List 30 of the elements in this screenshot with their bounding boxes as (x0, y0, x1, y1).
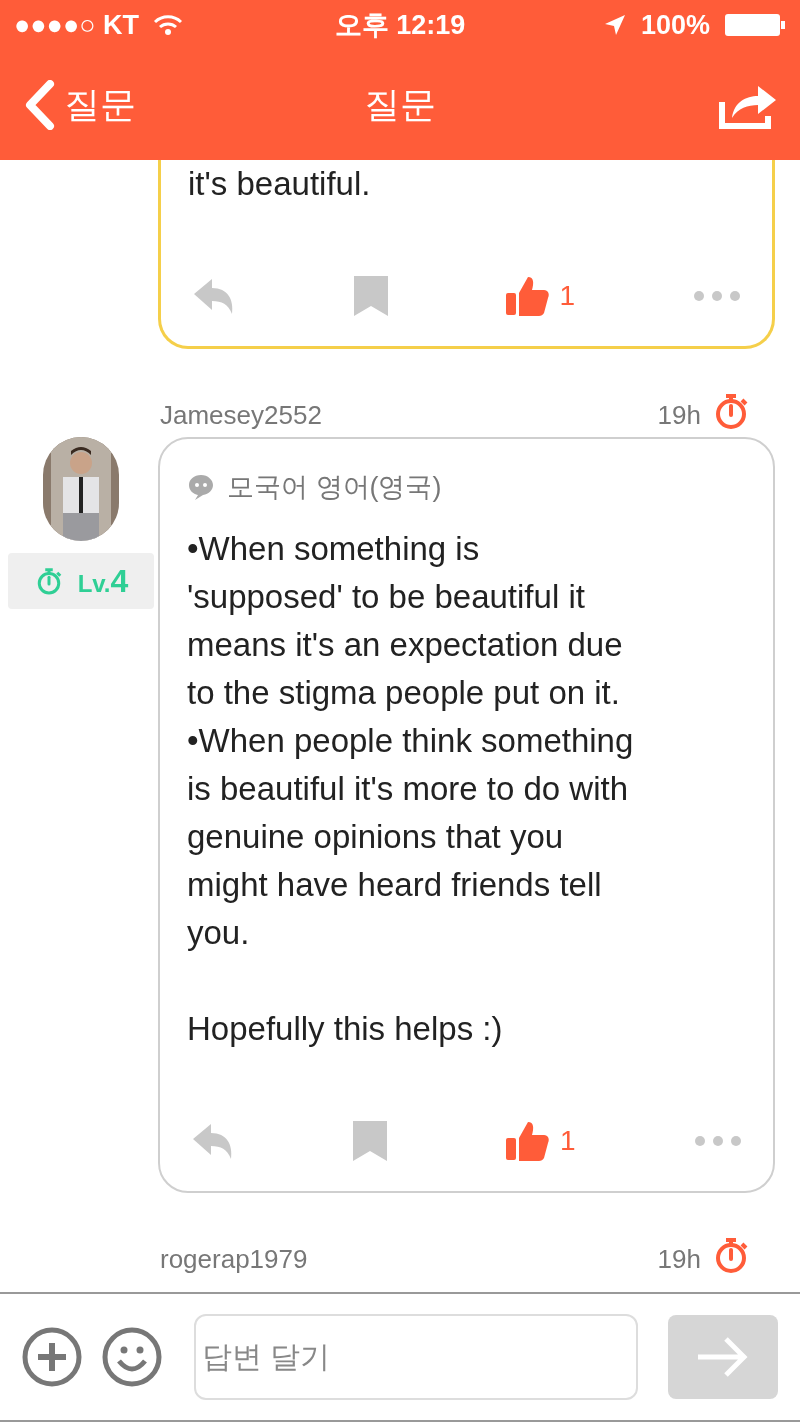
like-button[interactable]: 1 (505, 275, 576, 317)
bookmark-icon[interactable] (353, 276, 388, 316)
wifi-icon (153, 14, 184, 36)
reply-input[interactable]: 답변 달기 (194, 1314, 638, 1400)
more-icon[interactable] (692, 290, 741, 302)
screen-title: 질문 (364, 83, 436, 125)
thumbs-up-icon (505, 1120, 550, 1162)
back-button[interactable]: 질문 (22, 80, 136, 130)
native-language-label: 모국어 영어(영국) (227, 471, 442, 504)
level-prefix: Lv. (77, 569, 111, 597)
username[interactable]: Jamesey2552 (160, 400, 322, 431)
bookmark-icon[interactable] (353, 1121, 388, 1161)
speech-bubble-icon (187, 473, 215, 501)
answer-text: it's beautiful. (188, 164, 372, 204)
time-label: 19h (657, 1244, 701, 1275)
more-icon[interactable] (694, 1135, 742, 1147)
thumbs-up-icon (505, 275, 550, 317)
username[interactable]: rogerap1979 (160, 1244, 308, 1275)
arrow-right-icon (696, 1335, 750, 1379)
battery-label: 100% (640, 9, 710, 41)
carrier-label: ●●●●○ KT (14, 9, 140, 41)
like-button[interactable]: 1 (505, 1120, 576, 1162)
emoji-icon[interactable] (102, 1327, 162, 1387)
clock-label: 오후 12:19 (334, 9, 466, 42)
time-label: 19h (657, 400, 701, 431)
add-icon[interactable] (22, 1327, 82, 1387)
answer-text: •When something is 'supposed' to be beautiful it means it's an expectation due to the stigma people put on it. •When people think something is beautiful it's more to do with genuine opinions that you might have heard friends tell you. Hopefully this helps :) (187, 529, 635, 1049)
battery-icon (724, 13, 786, 37)
level-number: 4 (110, 562, 129, 599)
send-button[interactable] (668, 1315, 778, 1399)
